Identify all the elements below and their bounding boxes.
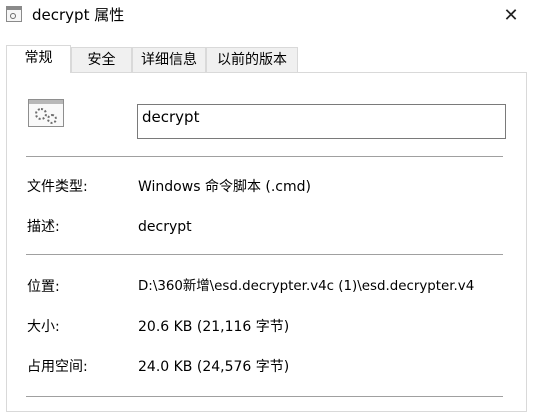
batch-file-gears-icon xyxy=(28,99,64,127)
disk-size-label: 占用空间: xyxy=(27,359,88,375)
tab-previous-versions[interactable]: 以前的版本 xyxy=(206,47,298,72)
window-app-icon xyxy=(6,6,22,22)
tab-strip: 常规 安全 详细信息 以前的版本 xyxy=(6,45,526,73)
size-label: 大小: xyxy=(27,319,60,335)
file-type-label: 文件类型: xyxy=(27,179,88,195)
location-label: 位置: xyxy=(27,279,60,295)
window-title: decrypt 属性 xyxy=(32,6,125,24)
icon-window-bar xyxy=(29,100,63,104)
location-value: D:\360新增\esd.decrypter.v4c (1)\esd.decry… xyxy=(138,279,475,294)
separator xyxy=(26,396,503,397)
close-icon: ✕ xyxy=(503,4,519,26)
disk-size-value: 24.0 KB (24,576 字节) xyxy=(138,359,290,375)
close-button[interactable]: ✕ xyxy=(489,0,533,30)
separator xyxy=(26,254,503,255)
file-name-input[interactable] xyxy=(137,104,506,139)
gear-icon xyxy=(35,108,47,120)
description-label: 描述: xyxy=(27,219,60,235)
description-value: decrypt xyxy=(138,219,192,235)
tab-security[interactable]: 安全 xyxy=(71,47,132,72)
tab-general[interactable]: 常规 xyxy=(6,45,71,73)
gear-icon xyxy=(47,114,57,124)
size-value: 20.6 KB (21,116 字节) xyxy=(138,319,290,335)
title-bar: decrypt 属性 ✕ xyxy=(0,0,533,34)
tab-details[interactable]: 详细信息 xyxy=(132,47,206,72)
separator xyxy=(26,156,503,157)
file-type-value: Windows 命令脚本 (.cmd) xyxy=(138,179,311,195)
